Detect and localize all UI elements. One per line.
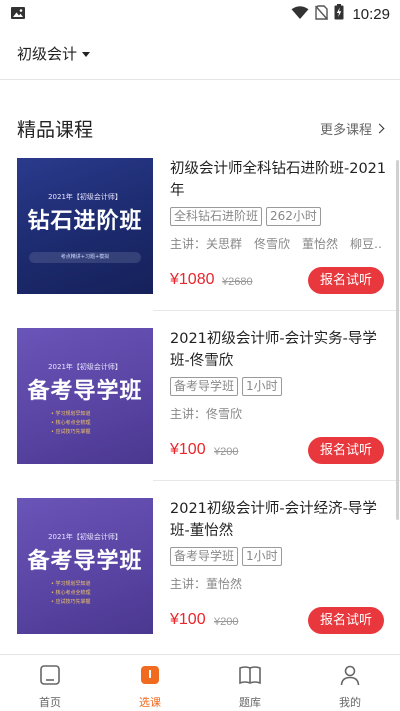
course-tags: 备考导学班 1小时 — [170, 547, 282, 566]
caret-down-icon — [82, 52, 91, 57]
course-original-price: ¥2680 — [222, 276, 253, 288]
nav-item-home[interactable]: 首页 — [0, 655, 100, 711]
course-tag: 1小时 — [242, 377, 282, 396]
course-teachers: 主讲：佟雪欣 — [170, 407, 243, 421]
book-icon — [238, 663, 262, 691]
course-thumbnail[interactable]: 2021年【初级会计师】 备考导学班 • 学习规划早知道 • 核心考点全梳理 •… — [17, 498, 153, 634]
thumb-bullet: • 学习规划早知道 — [51, 581, 91, 587]
thumb-year: 2021年【初级会计师】 — [48, 193, 122, 201]
course-icon — [138, 663, 162, 691]
battery-charging-icon — [334, 4, 344, 24]
course-tag: 备考导学班 — [170, 377, 239, 396]
course-tag: 1小时 — [242, 547, 282, 566]
course-tag: 备考导学班 — [170, 547, 239, 566]
signup-trial-button[interactable]: 报名试听 — [308, 267, 384, 294]
course-card[interactable]: 2021年【初级会计师】 钻石进阶班 考点精讲+习题+模拟 初级会计师全科钻石进… — [0, 158, 400, 308]
course-title[interactable]: 初级会计师全科钻石进阶班-2021年 — [170, 158, 388, 202]
course-card[interactable]: 2021年【初级会计师】 备考导学班 • 学习规划早知道 • 核心考点全梳理 •… — [0, 498, 400, 648]
divider — [153, 310, 400, 311]
course-thumbnail[interactable]: 2021年【初级会计师】 钻石进阶班 考点精讲+习题+模拟 — [17, 158, 153, 294]
thumb-bullet: • 应试技巧先掌握 — [51, 429, 91, 435]
thumb-headline: 钻石进阶班 — [27, 209, 143, 234]
chevron-right-icon — [374, 123, 385, 133]
more-courses-label: 更多课程 — [319, 122, 372, 138]
thumb-headline: 备考导学班 — [27, 379, 143, 404]
scrollbar[interactable] — [396, 160, 399, 520]
thumb-year: 2021年【初级会计师】 — [48, 533, 122, 541]
nav-item-courses[interactable]: 选课 — [100, 655, 200, 711]
thumb-bullet: • 核心考点全梳理 — [51, 590, 91, 596]
home-icon — [38, 663, 62, 691]
nav-label: 题库 — [239, 696, 261, 709]
course-price: ¥1080 — [170, 271, 215, 288]
wifi-icon — [291, 5, 309, 24]
top-bar: 初级会计 — [0, 28, 400, 80]
thumb-bullets: • 学习规划早知道 • 核心考点全梳理 • 应试技巧先掌握 — [51, 410, 91, 437]
bottom-nav: 首页 选课 题库 我的 — [0, 654, 400, 711]
course-tags: 备考导学班 1小时 — [170, 377, 282, 396]
thumb-year: 2021年【初级会计师】 — [48, 363, 122, 371]
person-icon — [338, 663, 362, 691]
course-tags: 全科钻石进阶班 262小时 — [170, 207, 321, 226]
course-tag: 全科钻石进阶班 — [170, 207, 263, 226]
thumb-bullet: • 学习规划早知道 — [51, 411, 91, 417]
section-header: 精品课程 更多课程 — [0, 108, 400, 148]
nav-item-profile[interactable]: 我的 — [300, 655, 400, 711]
divider — [153, 480, 400, 481]
subject-label: 初级会计 — [17, 45, 78, 63]
thumb-bullet: • 应试技巧先掌握 — [51, 599, 91, 605]
subject-selector[interactable]: 初级会计 — [17, 43, 91, 64]
course-teachers: 主讲：关思群 佟雪欣 董怡然 柳豆… — [170, 237, 382, 251]
course-teachers: 主讲：董怡然 — [170, 577, 243, 591]
more-courses-link[interactable]: 更多课程 — [319, 119, 385, 138]
section-title: 精品课程 — [17, 118, 94, 141]
nav-label: 选课 — [139, 696, 161, 709]
thumb-bullets: • 学习规划早知道 • 核心考点全梳理 • 应试技巧先掌握 — [51, 580, 91, 607]
status-time: 10:29 — [352, 5, 390, 23]
course-tag: 262小时 — [266, 207, 321, 226]
course-price: ¥100 — [170, 441, 206, 458]
thumb-headline: 备考导学班 — [27, 549, 143, 574]
course-original-price: ¥200 — [214, 446, 239, 458]
course-card[interactable]: 2021年【初级会计师】 备考导学班 • 学习规划早知道 • 核心考点全梳理 •… — [0, 328, 400, 478]
thumb-subtitle: 考点精讲+习题+模拟 — [29, 252, 141, 263]
course-original-price: ¥200 — [214, 616, 239, 628]
image-icon — [10, 5, 26, 24]
course-thumbnail[interactable]: 2021年【初级会计师】 备考导学班 • 学习规划早知道 • 核心考点全梳理 •… — [17, 328, 153, 464]
course-title[interactable]: 2021初级会计师-会计实务-导学班-佟雪欣 — [170, 328, 388, 372]
thumb-bullet: • 核心考点全梳理 — [51, 420, 91, 426]
signup-trial-button[interactable]: 报名试听 — [308, 437, 384, 464]
signup-trial-button[interactable]: 报名试听 — [308, 607, 384, 634]
nav-label: 我的 — [339, 696, 361, 709]
course-title[interactable]: 2021初级会计师-会计经济-导学班-董怡然 — [170, 498, 388, 542]
course-price: ¥100 — [170, 611, 206, 628]
nav-label: 首页 — [39, 696, 61, 709]
nav-item-question-bank[interactable]: 题库 — [200, 655, 300, 711]
status-bar: 10:29 — [0, 0, 400, 28]
no-sim-icon — [315, 4, 329, 24]
